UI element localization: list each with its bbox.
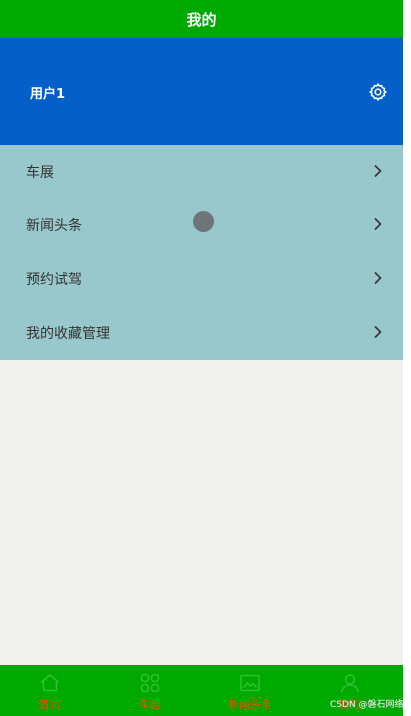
app-screen: 我的 用户1 车展 新闻头条 预约试驾 我的收藏管理 首页 车展 新闻头条 我的 [0,0,403,716]
menu-item-auto-show[interactable]: 车展 [0,145,403,198]
screen-edge [403,0,411,716]
user-icon [340,674,360,693]
touch-indicator [193,211,214,232]
menu-list: 车展 新闻头条 预约试驾 我的收藏管理 [0,145,403,360]
tab-label: 车展 [139,698,161,711]
gear-icon [369,83,387,101]
chevron-right-icon [374,217,382,231]
grid-icon [140,673,160,693]
tab-label: 首页 [39,698,61,711]
menu-item-label: 我的收藏管理 [26,326,110,342]
chevron-right-icon [374,325,382,339]
menu-item-favorites[interactable]: 我的收藏管理 [0,306,403,359]
menu-item-label: 车展 [26,165,54,181]
tab-auto-show[interactable]: 车展 [100,665,200,716]
username: 用户1 [30,87,66,102]
chevron-right-icon [374,164,382,178]
home-icon [40,674,60,692]
page-title: 我的 [186,10,217,29]
page-header: 我的 [0,0,403,38]
tab-label: 新闻头条 [228,698,272,711]
menu-item-label: 新闻头条 [26,218,82,234]
menu-item-label: 预约试驾 [26,272,82,288]
profile-card: 用户1 [0,38,403,145]
watermark-text: CSDN @磐石网络 [330,700,404,710]
chevron-right-icon [374,271,382,285]
tab-home[interactable]: 首页 [0,665,100,716]
settings-button[interactable] [368,82,388,102]
tab-news[interactable]: 新闻头条 [200,665,300,716]
news-icon [240,674,260,692]
menu-item-test-drive[interactable]: 预约试驾 [0,252,403,305]
